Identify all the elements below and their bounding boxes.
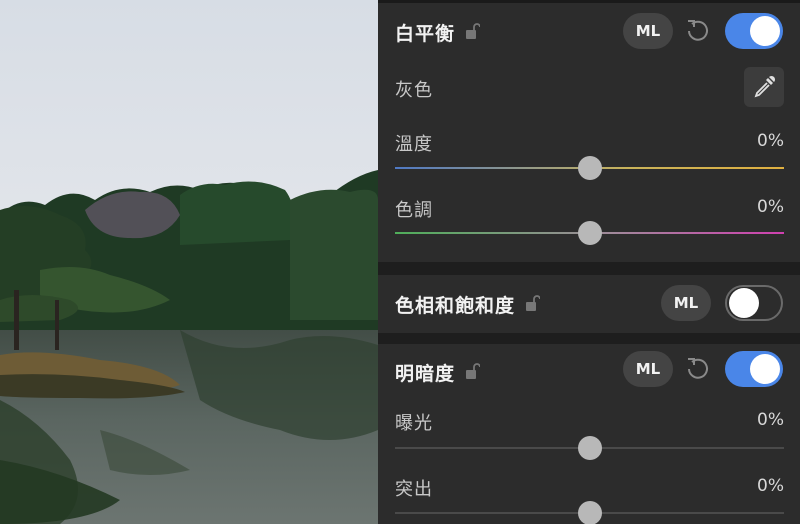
reset-icon[interactable]: [685, 356, 711, 382]
divider: [378, 0, 800, 3]
hue-saturation-toggle[interactable]: [725, 285, 783, 321]
temperature-slider-thumb[interactable]: [577, 156, 602, 180]
adjustment-panel: 白平衡 ML 灰色 溫度 0% 色調 0% 色相和飽和度 ML 明暗度 ML 曝…: [378, 0, 800, 524]
highlights-slider-thumb[interactable]: [577, 501, 602, 524]
lock-icon[interactable]: [526, 295, 540, 311]
white-balance-title: 白平衡: [395, 23, 456, 45]
highlights-label: 突出: [395, 479, 433, 500]
exposure-slider-thumb[interactable]: [577, 436, 602, 460]
lock-icon[interactable]: [466, 23, 480, 39]
tint-value: 0%: [757, 197, 784, 217]
temperature-label: 溫度: [395, 134, 433, 155]
eyedropper-button[interactable]: [744, 67, 784, 107]
exposure-value: 0%: [757, 410, 784, 430]
toggle-knob: [750, 16, 780, 46]
photo-preview: [0, 0, 378, 524]
brightness-section: 明暗度 ML 曝光 0% 突出 0%: [378, 344, 800, 524]
brightness-title: 明暗度: [395, 363, 456, 385]
gray-label: 灰色: [395, 80, 433, 101]
highlights-value: 0%: [757, 476, 784, 496]
white-balance-section: 白平衡 ML 灰色 溫度 0% 色調 0%: [378, 0, 800, 262]
white-balance-toggle[interactable]: [725, 13, 783, 49]
toggle-knob: [729, 288, 759, 318]
ml-button[interactable]: ML: [623, 351, 673, 387]
hue-saturation-section: 色相和飽和度 ML: [378, 275, 800, 333]
toggle-knob: [750, 354, 780, 384]
hue-saturation-title: 色相和飽和度: [395, 295, 516, 317]
reset-icon[interactable]: [685, 18, 711, 44]
temperature-value: 0%: [757, 131, 784, 151]
exposure-label: 曝光: [395, 413, 433, 434]
tint-slider-thumb[interactable]: [577, 221, 602, 245]
ml-button[interactable]: ML: [623, 13, 673, 49]
lock-icon[interactable]: [466, 363, 480, 379]
brightness-toggle[interactable]: [725, 351, 783, 387]
tint-label: 色調: [395, 200, 433, 221]
ml-button[interactable]: ML: [661, 285, 711, 321]
eyedropper-icon: [754, 75, 776, 98]
